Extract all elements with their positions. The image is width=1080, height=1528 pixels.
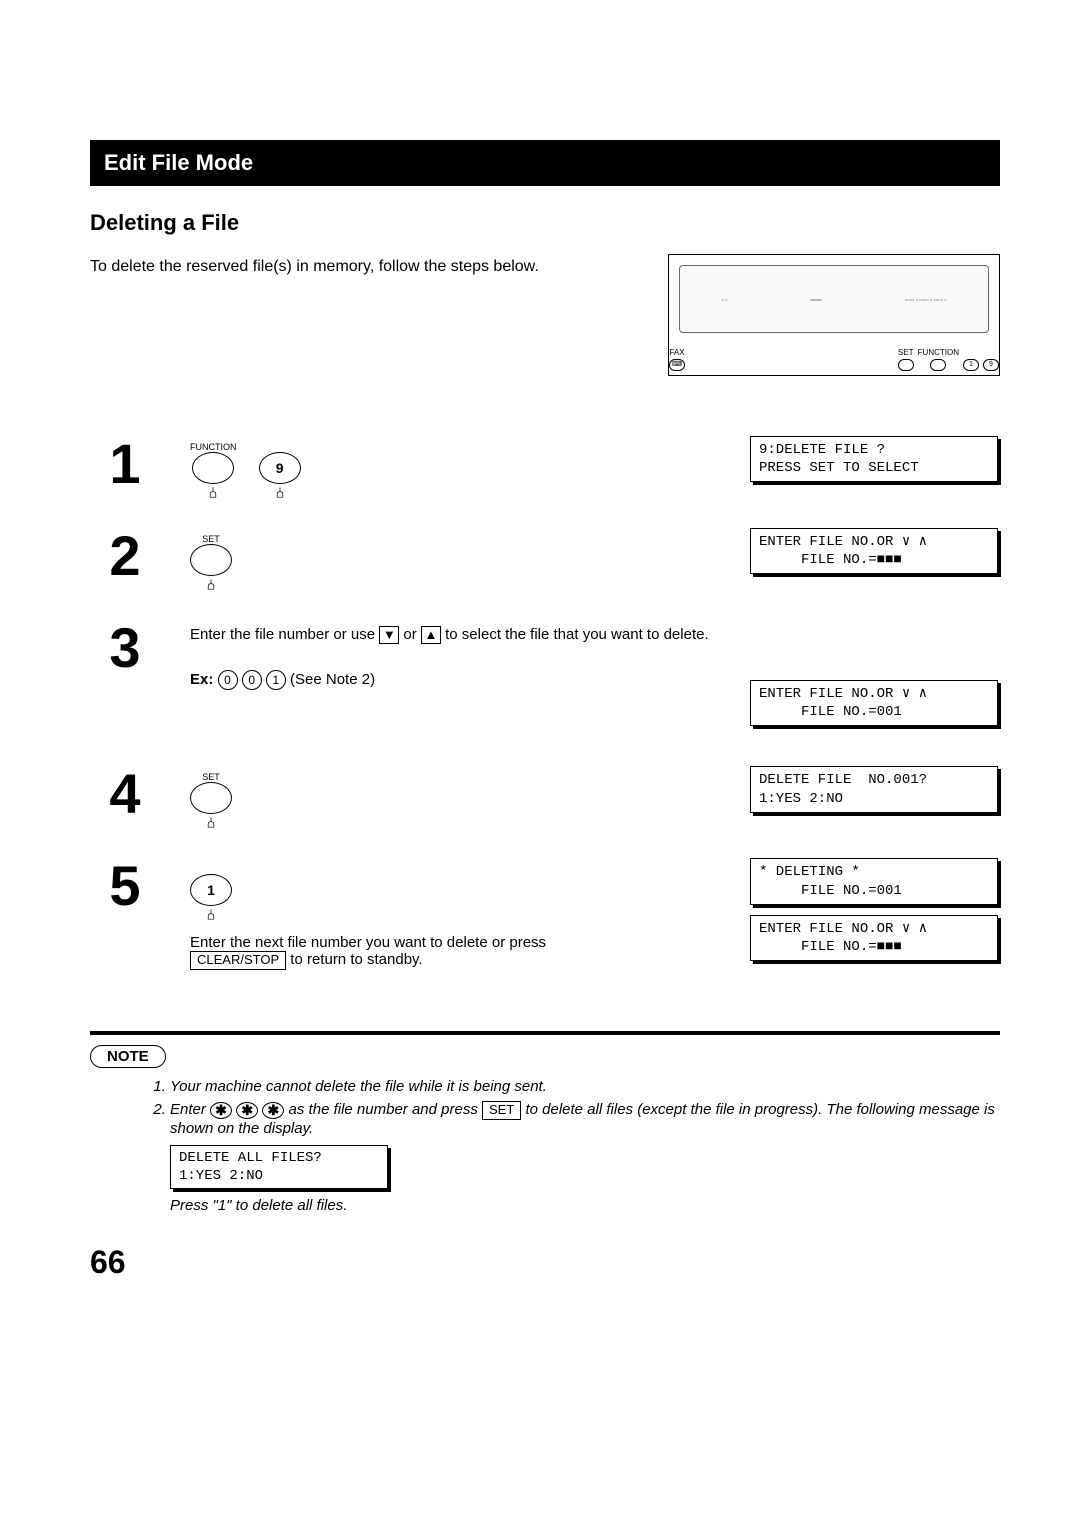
step-number-5: 5 <box>90 858 160 914</box>
lcd-step2: ENTER FILE NO.OR ∨ ∧ FILE NO.=■■■ <box>750 528 998 574</box>
section-title-bar: Edit File Mode <box>90 140 1000 186</box>
legend-function-button <box>930 359 946 371</box>
lcd-step3: ENTER FILE NO.OR ∨ ∧ FILE NO.=001 <box>750 680 998 726</box>
down-arrow-key: ▼ <box>379 626 399 644</box>
press-icon <box>204 578 218 590</box>
sub-heading: Deleting a File <box>90 210 1000 236</box>
press-icon <box>206 486 220 498</box>
function-key: FUNCTION <box>190 442 237 498</box>
star-key: ✱ <box>236 1102 258 1119</box>
press-icon <box>204 816 218 828</box>
lcd-step4: DELETE FILE NO.001? 1:YES 2:NO <box>750 766 998 812</box>
legend-fax-label: FAX <box>669 348 684 357</box>
control-panel-illustration: ○ ○▭▭▭○○○○ ○ ○○○○ ○ ○○○○ ○ FAX⌨ SET FUNC… <box>668 254 1000 376</box>
step-number-2: 2 <box>90 528 160 584</box>
step-number-4: 4 <box>90 766 160 822</box>
digit-one-key: 1 <box>266 670 286 690</box>
up-arrow-key: ▲ <box>421 626 441 644</box>
note-item-2: Enter ✱ ✱ ✱ as the file number and press… <box>170 1101 1000 1214</box>
page-number: 66 <box>90 1244 1000 1281</box>
step3-text: Enter the file number or use ▼ or ▲ to s… <box>190 626 709 643</box>
legend-one-button: 1 <box>963 359 979 371</box>
legend-nine-button: 9 <box>983 359 999 371</box>
digit-zero-key: 0 <box>242 670 262 690</box>
press-icon <box>273 486 287 498</box>
one-key: 1 <box>190 864 232 920</box>
legend-set-label: SET <box>898 348 914 357</box>
note-item-1: Your machine cannot delete the file whil… <box>170 1078 1000 1095</box>
lcd-step5a: * DELETING * FILE NO.=001 <box>750 858 998 904</box>
step3-example: Ex: 0 0 1 (See Note 2) <box>190 670 720 690</box>
step-number-3: 3 <box>90 620 160 676</box>
digit-zero-key: 0 <box>218 670 238 690</box>
lcd-note: DELETE ALL FILES? 1:YES 2:NO <box>170 1145 388 1189</box>
set-key: SET <box>190 534 232 590</box>
note-label: NOTE <box>90 1045 166 1068</box>
legend-function-label: FUNCTION <box>918 348 959 357</box>
press-icon <box>204 908 218 920</box>
lcd-step5b: ENTER FILE NO.OR ∨ ∧ FILE NO.=■■■ <box>750 915 998 961</box>
intro-text: To delete the reserved file(s) in memory… <box>90 258 539 276</box>
note-section: NOTE Your machine cannot delete the file… <box>90 1031 1000 1214</box>
step-number-1: 1 <box>90 436 160 492</box>
set-key-inline: SET <box>482 1101 521 1120</box>
lcd-step1: 9:DELETE FILE ? PRESS SET TO SELECT <box>750 436 998 482</box>
legend-fax-button: ⌨ <box>669 359 685 371</box>
clear-stop-key: CLEAR/STOP <box>190 951 286 970</box>
star-key: ✱ <box>262 1102 284 1119</box>
legend-set-button <box>898 359 914 371</box>
star-key: ✱ <box>210 1102 232 1119</box>
step5-text: Enter the next file number you want to d… <box>190 934 720 970</box>
set-key: SET <box>190 772 232 828</box>
nine-key: 9 <box>259 442 301 498</box>
